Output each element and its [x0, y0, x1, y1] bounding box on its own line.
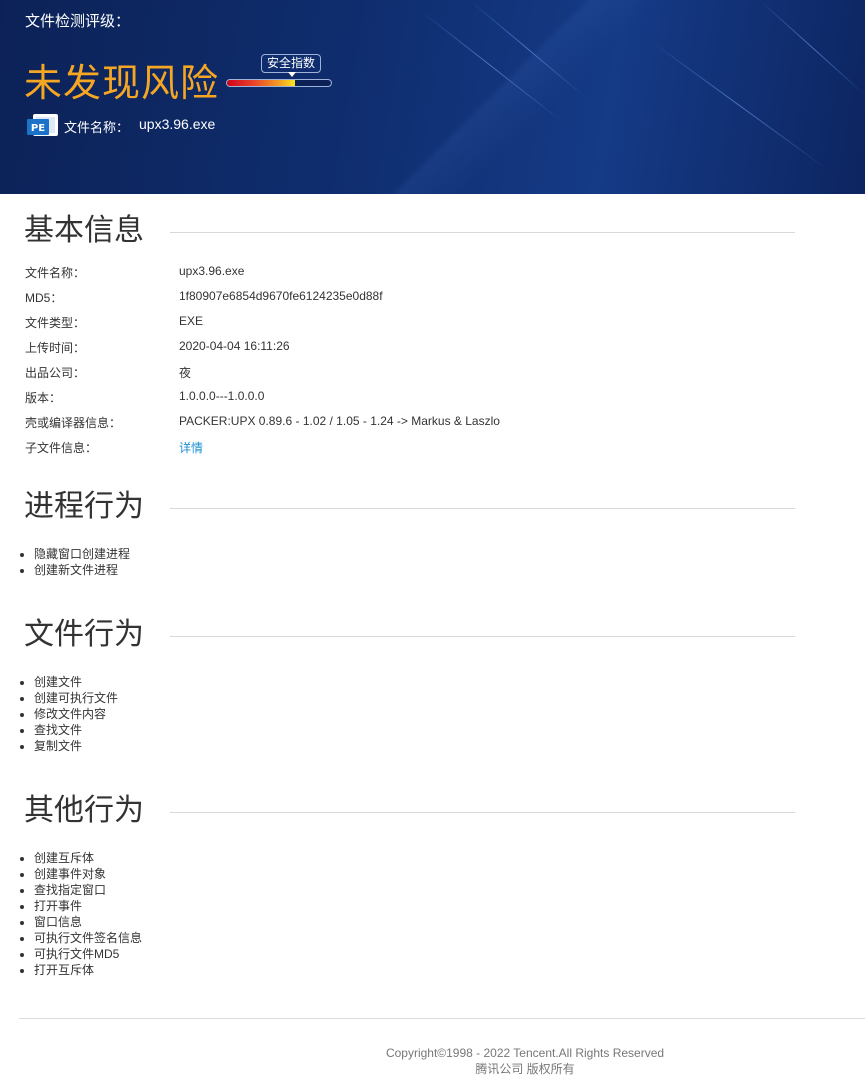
info-key: 版本：	[25, 391, 62, 405]
list-item: 隐藏窗口创建进程	[34, 546, 130, 562]
pe-icon-text: PE	[31, 123, 45, 134]
info-value: EXE	[179, 314, 204, 328]
info-key: 出品公司：	[25, 366, 86, 380]
section-title: 进程行为	[24, 490, 144, 523]
safety-meter-track	[226, 79, 332, 87]
list-item: 查找指定窗口	[34, 882, 142, 898]
safety-meter-label: 安全指数	[261, 54, 322, 73]
list-item: 复制文件	[34, 738, 118, 754]
section-divider	[170, 508, 795, 509]
section-divider	[170, 812, 795, 813]
safety-meter-fill	[227, 80, 295, 86]
file-name-value: upx3.96.exe	[139, 116, 216, 132]
list-item: 打开互斥体	[34, 962, 142, 978]
section-title: 其他行为	[24, 794, 144, 827]
list-item: 窗口信息	[34, 914, 142, 930]
info-value: 1f80907e6854d9670fe6124235e0d88f	[179, 289, 383, 303]
basic-info-header: 基本信息	[24, 211, 795, 251]
list-item: 创建互斥体	[34, 850, 142, 866]
section-title: 基本信息	[24, 214, 144, 247]
info-value: 2020-04-04 16:11:26	[179, 339, 290, 353]
list-item: 创建新文件进程	[34, 562, 130, 578]
file-behavior-header: 文件行为	[24, 615, 795, 655]
info-value-cell: 详情	[179, 439, 203, 456]
info-key: 壳或编译器信息：	[25, 416, 122, 430]
list-item: 可执行文件MD5	[34, 946, 142, 962]
subfile-details-link[interactable]: 详情	[179, 441, 203, 455]
info-key: 上传时间：	[25, 341, 86, 355]
info-key: 子文件信息：	[25, 441, 98, 455]
section-divider	[170, 636, 795, 637]
info-value: 1.0.0.0---1.0.0.0	[179, 389, 265, 403]
info-value: upx3.96.exe	[179, 264, 245, 278]
file-behavior-list: 创建文件 创建可执行文件 修改文件内容 查找文件 复制文件	[0, 674, 118, 754]
risk-verdict: 未发现风险	[24, 63, 220, 105]
other-behavior-list: 创建互斥体 创建事件对象 查找指定窗口 打开事件 窗口信息 可执行文件签名信息 …	[0, 850, 142, 978]
list-item: 修改文件内容	[34, 706, 118, 722]
footer: Copyright©1998 - 2022 Tencent.All Rights…	[0, 1045, 865, 1077]
report-banner: 文件检测评级： 未发现风险 安全指数 PE 文件名称： upx3.96.exe	[0, 0, 865, 194]
list-item: 可执行文件签名信息	[34, 930, 142, 946]
list-item: 创建文件	[34, 674, 118, 690]
list-item: 创建可执行文件	[34, 690, 118, 706]
footer-copyright: Copyright©1998 - 2022 Tencent.All Rights…	[385, 1046, 665, 1060]
safety-meter: 安全指数	[226, 54, 332, 90]
grade-label: 文件检测评级：	[25, 13, 131, 30]
pe-file-icon: PE	[27, 114, 58, 136]
file-name-label: 文件名称：	[64, 120, 130, 135]
other-behavior-header: 其他行为	[24, 791, 795, 831]
safety-meter-pointer	[288, 72, 296, 77]
banner-decor-streak	[649, 40, 829, 171]
info-value: 夜	[179, 366, 192, 380]
banner-decor-streak	[419, 10, 563, 122]
info-key: 文件类型：	[25, 316, 86, 330]
banner-decor-streak	[759, 0, 865, 95]
banner-decor-streak	[469, 0, 586, 98]
info-key: MD5：	[25, 291, 63, 305]
process-behavior-list: 隐藏窗口创建进程 创建新文件进程	[0, 546, 130, 578]
process-behavior-header: 进程行为	[24, 487, 795, 527]
footer-divider	[19, 1018, 865, 1019]
info-key: 文件名称：	[25, 266, 86, 280]
section-divider	[170, 232, 795, 233]
info-value: PACKER:UPX 0.89.6 - 1.02 / 1.05 - 1.24 -…	[179, 414, 500, 428]
list-item: 查找文件	[34, 722, 118, 738]
footer-rights: 腾讯公司 版权所有	[475, 1062, 575, 1076]
list-item: 打开事件	[34, 898, 142, 914]
list-item: 创建事件对象	[34, 866, 142, 882]
section-title: 文件行为	[24, 618, 144, 651]
